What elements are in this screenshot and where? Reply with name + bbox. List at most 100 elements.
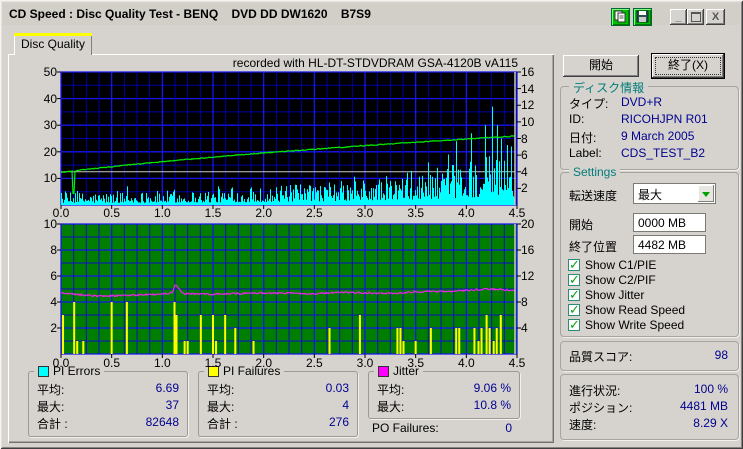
- checkbox-show-jitter[interactable]: Show Jitter: [568, 287, 645, 303]
- jitter-max: 10.8 %: [473, 398, 511, 412]
- transfer-speed-label: 転送速度: [569, 189, 618, 203]
- quality-score-value: 98: [714, 348, 728, 362]
- copy-icon[interactable]: [611, 8, 630, 26]
- axis-tick-label: 14: [521, 81, 535, 96]
- pi-errors-max: 37: [165, 398, 179, 412]
- disc-type-label: タイプ:: [569, 97, 609, 111]
- axis-tick-label: 1.5: [204, 206, 222, 220]
- axis-tick-label: 20: [521, 217, 535, 231]
- progress-value: 100 %: [693, 382, 728, 396]
- axis-tick-label: 3.0: [356, 356, 374, 370]
- pi-errors-stats-box: PI Errors 平均: 6.69 最大: 37 合計 :82648: [28, 364, 188, 437]
- axis-tick-label: 20: [43, 144, 57, 159]
- axis-tick-label: 0.5: [103, 206, 120, 220]
- checkbox-show-write-speed[interactable]: Show Write Speed: [568, 317, 685, 333]
- end-position-label: 終了位置: [569, 240, 618, 254]
- axis-tick-label: 0.0: [52, 356, 70, 370]
- axis-tick-label: 4.5: [508, 356, 526, 370]
- start-position-input[interactable]: 0000 MB: [633, 213, 706, 232]
- checkbox-label: Show Write Speed: [585, 318, 685, 332]
- axis-tick-label: 2.0: [255, 206, 272, 220]
- axis-tick-label: 4: [50, 295, 57, 309]
- speed-label: 速度:: [569, 418, 597, 432]
- pi-errors-avg: 6.69: [155, 381, 179, 395]
- close-button[interactable]: X: [706, 9, 725, 25]
- checkbox-icon: [568, 257, 580, 273]
- checkbox-icon: [568, 317, 580, 333]
- minimize-button[interactable]: _: [670, 9, 687, 25]
- axis-tick-label: 0.5: [103, 356, 120, 370]
- progress-label: 進行状況:: [569, 384, 621, 398]
- axis-tick-label: 2.5: [305, 206, 323, 220]
- chevron-down-icon[interactable]: [698, 185, 714, 202]
- axis-tick-label: 10: [521, 114, 535, 129]
- start-button-label: 開始: [588, 58, 613, 72]
- checkbox-show-read-speed[interactable]: Show Read Speed: [568, 302, 686, 318]
- quality-score-label: 品質スコア:: [569, 350, 633, 364]
- avg-label: 平均:: [37, 383, 65, 397]
- max-label: 最大:: [207, 400, 235, 414]
- axis-tick-label: 2.0: [255, 356, 272, 370]
- po-failures-label: PO Failures:: [372, 421, 439, 435]
- axis-tick-label: 2: [50, 321, 57, 335]
- total-label: 合計 :: [207, 417, 238, 431]
- axis-tick-label: 2: [521, 181, 528, 196]
- axis-tick-label: 3.5: [407, 356, 424, 370]
- transfer-speed-select[interactable]: 最大: [633, 183, 716, 204]
- maximize-button[interactable]: [687, 9, 704, 25]
- axis-tick-label: 8: [50, 243, 57, 257]
- axis-tick-label: 16: [521, 243, 535, 257]
- avg-label: 平均:: [207, 383, 235, 397]
- checkbox-label: Show Jitter: [585, 288, 645, 302]
- checkbox-show-c2-pif[interactable]: Show C2/PIF: [568, 272, 656, 288]
- disc-info-title: ディスク情報: [569, 79, 649, 96]
- axis-tick-label: 3.5: [407, 206, 424, 220]
- chart-recorded-with-note: recorded with HL-DT-STDVDRAM GSA-4120B v…: [232, 56, 518, 70]
- pi-failures-max: 4: [342, 398, 349, 412]
- axis-tick-label: 4: [521, 321, 528, 335]
- axis-tick-label: 12: [521, 269, 535, 283]
- axis-tick-label: 50: [43, 65, 57, 79]
- disc-info-group: ディスク情報 タイプ: DVD+R ID: RICOHJPN R01 日付: 9…: [560, 79, 739, 170]
- tab-disc-quality[interactable]: Disc Quality: [14, 33, 92, 55]
- axis-tick-label: 1.5: [204, 356, 222, 370]
- disc-id-value: RICOHJPN R01: [621, 112, 708, 126]
- start-button[interactable]: 開始: [563, 55, 639, 77]
- axis-tick-label: 8: [521, 295, 528, 309]
- checkbox-label: Show C1/PIE: [585, 258, 657, 272]
- axis-tick-label: 6: [50, 269, 57, 283]
- axis-tick-label: 40: [43, 91, 57, 106]
- axis-tick-label: 1.0: [153, 356, 171, 370]
- status-group: 進行状況: 100 % ポジション: 4481 MB 速度: 8.29 X: [560, 374, 739, 440]
- axis-tick-label: 2.5: [305, 356, 323, 370]
- window-title: CD Speed : Disc Quality Test - BENQ DVD …: [9, 7, 371, 21]
- axis-tick-label: 6: [521, 148, 528, 163]
- tab-label: Disc Quality: [20, 37, 85, 51]
- settings-title: Settings: [569, 165, 621, 179]
- transfer-speed-value: 最大: [638, 188, 663, 202]
- axis-tick-label: 10: [43, 217, 57, 231]
- checkbox-icon: [568, 272, 580, 288]
- max-label: 最大:: [377, 400, 405, 414]
- checkbox-icon: [568, 302, 580, 318]
- axis-tick-label: 30: [43, 118, 57, 133]
- po-failures-row: PO Failures: 0: [372, 421, 512, 435]
- speed-value: 8.29 X: [693, 416, 728, 430]
- position-label: ポジション:: [569, 401, 633, 415]
- checkbox-label: Show Read Speed: [585, 303, 686, 317]
- pi-errors-total: 82648: [145, 415, 179, 429]
- checkbox-show-c1-pie[interactable]: Show C1/PIE: [568, 257, 657, 273]
- quality-score-group: 品質スコア: 98: [560, 341, 739, 371]
- focus-rect: [655, 57, 721, 75]
- axis-tick-label: 4.0: [457, 356, 475, 370]
- position-value: 4481 MB: [679, 399, 728, 413]
- exit-button[interactable]: 終了(X): [651, 53, 725, 79]
- po-failures-value: 0: [505, 421, 512, 435]
- checkbox-label: Show C2/PIF: [585, 273, 656, 287]
- axis-tick-label: 4: [521, 164, 528, 179]
- pi-errors-chart: [57, 71, 521, 209]
- axis-tick-label: 4.0: [457, 206, 475, 220]
- end-position-input[interactable]: 4482 MB: [633, 235, 706, 254]
- save-icon[interactable]: [633, 8, 652, 26]
- pi-failures-stats-box: PI Failures 平均: 0.03 最大: 4 合計 :276: [198, 364, 358, 437]
